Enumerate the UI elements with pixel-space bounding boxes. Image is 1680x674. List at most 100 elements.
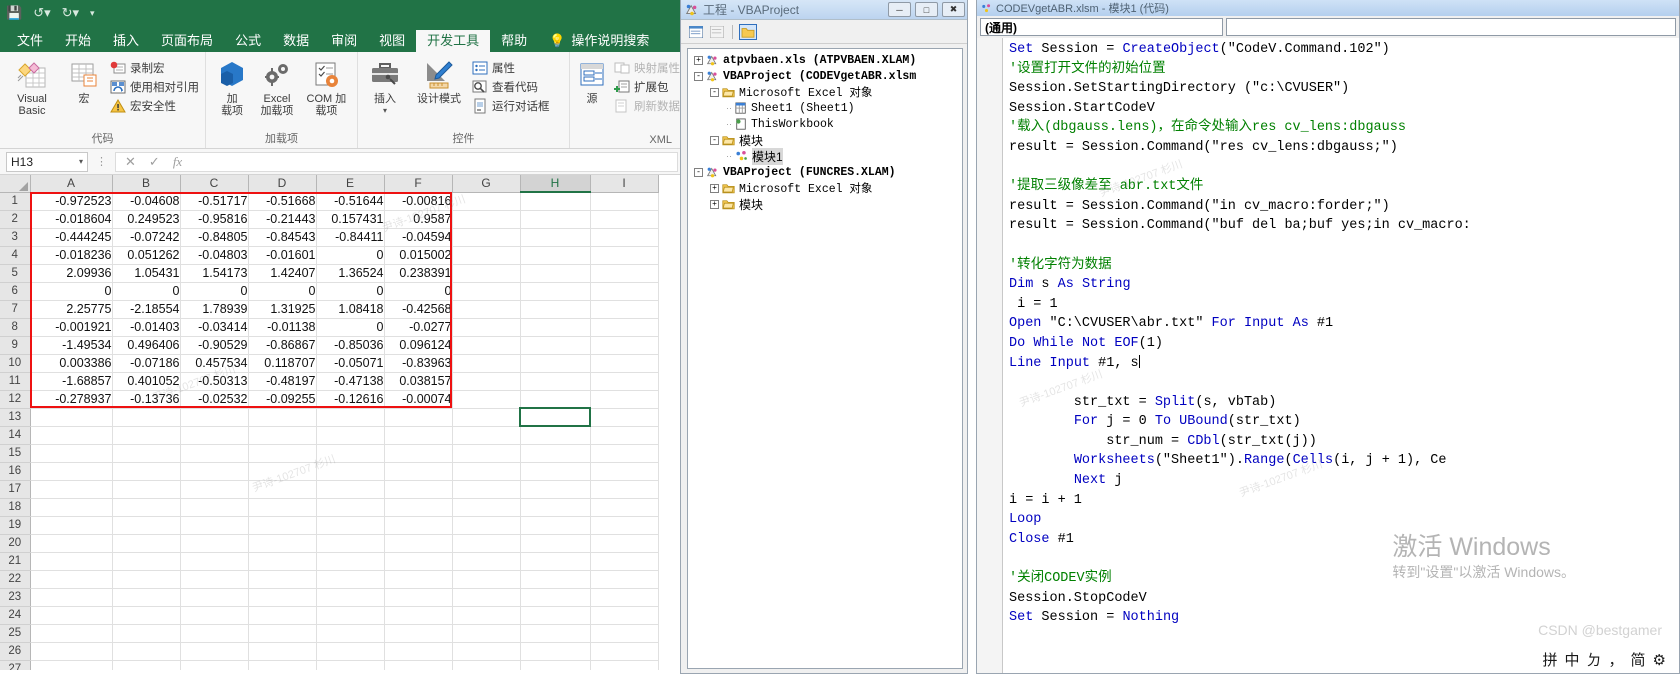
customize-qat-icon[interactable]: ▾	[90, 8, 95, 19]
grid-cell[interactable]	[248, 534, 317, 553]
grid-cell[interactable]	[452, 570, 521, 589]
grid-cell[interactable]: -0.00816	[384, 192, 453, 211]
column-header-E[interactable]: E	[316, 175, 385, 193]
view-code-icon[interactable]	[687, 24, 705, 40]
grid-cell[interactable]	[520, 246, 591, 265]
grid-cell[interactable]	[520, 660, 591, 670]
grid-cell[interactable]: 2.25775	[30, 300, 113, 319]
grid-cell[interactable]: 0.096124	[384, 336, 453, 355]
close-button[interactable]: ✖	[942, 2, 965, 17]
grid-cell[interactable]	[590, 210, 659, 229]
row-header[interactable]: 2	[0, 210, 31, 229]
column-header-G[interactable]: G	[452, 175, 521, 193]
row-header[interactable]: 27	[0, 660, 31, 670]
grid-cell[interactable]	[384, 642, 453, 661]
grid-cell[interactable]: -0.01601	[248, 246, 317, 265]
grid-cell[interactable]	[520, 570, 591, 589]
grid-cell[interactable]: -0.09255	[248, 390, 317, 409]
tab-page-layout[interactable]: 页面布局	[150, 30, 224, 52]
grid-cell[interactable]	[520, 264, 591, 283]
column-header-B[interactable]: B	[112, 175, 181, 193]
grid-cell[interactable]: -0.04594	[384, 228, 453, 247]
cancel-icon[interactable]: ✕	[125, 154, 136, 170]
grid-cell[interactable]: -0.04803	[180, 246, 249, 265]
grid-cell[interactable]: -0.51644	[316, 192, 385, 211]
grid-cell[interactable]: -1.68857	[30, 372, 113, 391]
grid-cell[interactable]	[384, 660, 453, 670]
grid-cell[interactable]: -0.018604	[30, 210, 113, 229]
tell-me-search[interactable]: 💡 操作说明搜索	[538, 30, 660, 52]
row-header[interactable]: 25	[0, 624, 31, 643]
ime-item-pinyin[interactable]: 拼	[1542, 649, 1557, 670]
grid-cell[interactable]	[180, 462, 249, 481]
grid-cell[interactable]: -0.972523	[30, 192, 113, 211]
grid-cell[interactable]	[112, 660, 181, 670]
grid-cell[interactable]	[520, 462, 591, 481]
grid-cell[interactable]	[180, 444, 249, 463]
row-header[interactable]: 17	[0, 480, 31, 499]
grid-cell[interactable]	[520, 642, 591, 661]
grid-cell[interactable]	[452, 372, 521, 391]
row-header[interactable]: 11	[0, 372, 31, 391]
grid-cell[interactable]	[180, 660, 249, 670]
xml-source-button[interactable]: 源	[576, 56, 608, 105]
grid-cell[interactable]	[30, 498, 113, 517]
name-box[interactable]: H13 ▾	[6, 151, 88, 172]
grid-cell[interactable]	[30, 426, 113, 445]
grid-cell[interactable]: 0.496406	[112, 336, 181, 355]
grid-cell[interactable]	[520, 624, 591, 643]
grid-cell[interactable]	[316, 570, 385, 589]
grid-cell[interactable]: -0.02532	[180, 390, 249, 409]
grid-cell[interactable]: 0	[316, 282, 385, 301]
grid-cell[interactable]	[316, 498, 385, 517]
grid-cell[interactable]	[590, 408, 659, 427]
grid-cell[interactable]: 0	[384, 282, 453, 301]
grid-cell[interactable]	[316, 552, 385, 571]
grid-cell[interactable]	[112, 426, 181, 445]
macro-security-button[interactable]: 宏安全性	[110, 98, 199, 114]
add-ins-button[interactable]: 加 载项	[212, 56, 252, 117]
column-header-D[interactable]: D	[248, 175, 317, 193]
grid-cell[interactable]: -0.13736	[112, 390, 181, 409]
grid-cell[interactable]	[520, 210, 591, 229]
grid-cell[interactable]	[248, 588, 317, 607]
grid-cell[interactable]: -0.0277	[384, 318, 453, 337]
grid-cell[interactable]	[316, 462, 385, 481]
grid-cell[interactable]: -0.00074	[384, 390, 453, 409]
row-header[interactable]: 4	[0, 246, 31, 265]
grid-cell[interactable]	[590, 282, 659, 301]
grid-cell[interactable]: 0	[316, 318, 385, 337]
grid-cell[interactable]	[590, 426, 659, 445]
grid-cell[interactable]	[520, 480, 591, 499]
tab-developer[interactable]: 开发工具	[416, 30, 491, 52]
row-header[interactable]: 26	[0, 642, 31, 661]
grid-cell[interactable]	[112, 588, 181, 607]
select-all-corner[interactable]	[0, 175, 31, 193]
grid-cell[interactable]: 0.457534	[180, 354, 249, 373]
grid-cell[interactable]	[520, 534, 591, 553]
grid-cell[interactable]	[180, 516, 249, 535]
grid-cell[interactable]: -0.84543	[248, 228, 317, 247]
row-header[interactable]: 12	[0, 390, 31, 409]
grid-cell[interactable]	[590, 588, 659, 607]
grid-cell[interactable]	[384, 588, 453, 607]
grid-cell[interactable]: -0.04608	[112, 192, 181, 211]
grid-cell[interactable]	[590, 264, 659, 283]
grid-cell[interactable]: -0.278937	[30, 390, 113, 409]
grid-cell[interactable]: -0.21443	[248, 210, 317, 229]
grid-cell[interactable]: 0.238391	[384, 264, 453, 283]
grid-cell[interactable]: -0.84411	[316, 228, 385, 247]
grid-cell[interactable]: 0	[316, 246, 385, 265]
grid-cell[interactable]: -2.18554	[112, 300, 181, 319]
grid-cell[interactable]: 0.118707	[248, 354, 317, 373]
grid-cell[interactable]	[112, 552, 181, 571]
expand-icon[interactable]: +	[710, 183, 719, 193]
chevron-down-icon[interactable]: ▾	[383, 107, 387, 115]
grid-cell[interactable]	[590, 336, 659, 355]
grid-cell[interactable]	[452, 498, 521, 517]
grid-cell[interactable]: -0.018236	[30, 246, 113, 265]
column-header-C[interactable]: C	[180, 175, 249, 193]
grid-cell[interactable]	[452, 282, 521, 301]
grid-cell[interactable]	[452, 426, 521, 445]
expand-icon[interactable]: +	[710, 199, 719, 209]
